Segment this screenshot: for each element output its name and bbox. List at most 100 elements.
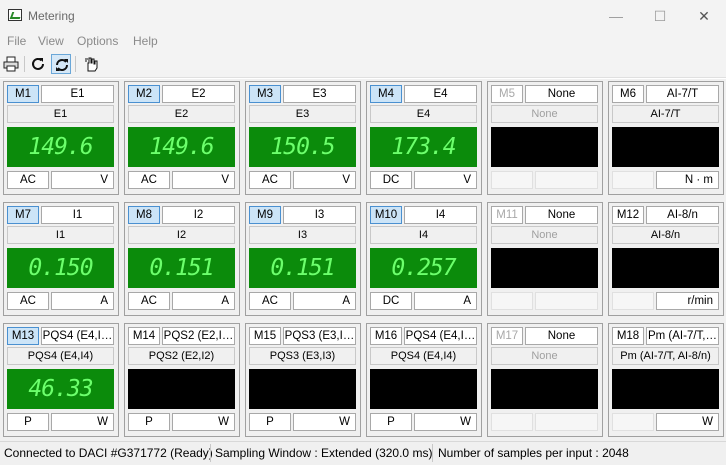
signal-select[interactable]: E3 [283,85,356,103]
signal-select[interactable]: None [525,85,598,103]
mode-select[interactable]: AC [128,292,170,310]
signal-select[interactable]: E4 [404,85,477,103]
maximize-button[interactable]: ☐ [638,0,682,32]
channel-button[interactable]: M7 [7,206,39,224]
channel-button[interactable]: M2 [128,85,160,103]
signal-select[interactable]: Pm (AI-7/T,… [646,327,719,345]
meter-value: 149.6 [149,134,214,160]
signal-name-label: I1 [7,226,114,244]
channel-button[interactable]: M16 [370,327,402,345]
signal-select[interactable]: PQS4 (E4,I… [404,327,477,345]
mode-select[interactable]: AC [7,292,49,310]
meter-cell: M6 AI-7/T AI-7/T N · m [608,81,724,195]
mode-select[interactable]: AC [128,171,170,189]
signal-select[interactable]: PQS3 (E3,I… [283,327,356,345]
channel-button[interactable]: M13 [7,327,39,345]
signal-name-label: AI-8/n [612,226,719,244]
signal-select[interactable]: I1 [41,206,114,224]
mode-select[interactable]: P [128,413,170,431]
unit-label: W [414,413,477,431]
channel-button[interactable]: M1 [7,85,39,103]
hand-pointer-icon[interactable] [81,54,101,74]
signal-select[interactable]: AI-8/n [646,206,719,224]
mode-select[interactable] [612,171,654,189]
meter-cell: M18 Pm (AI-7/T,… Pm (AI-7/T, AI-8/n) W [608,323,724,437]
meter-display: 149.6 [7,127,114,167]
meter-display [128,369,235,409]
mode-select[interactable] [491,171,533,189]
channel-button[interactable]: M15 [249,327,281,345]
signal-select[interactable]: PQS2 (E2,I… [162,327,235,345]
meter-cell: M2 E2 E2 149.6 AC V [124,81,240,195]
meter-value: 46.33 [28,376,93,402]
channel-button[interactable]: M3 [249,85,281,103]
mode-select[interactable] [491,413,533,431]
menu-options[interactable]: Options [77,34,118,48]
signal-name-label: E1 [7,105,114,123]
channel-button[interactable]: M8 [128,206,160,224]
channel-button[interactable]: M14 [128,327,160,345]
signal-select[interactable]: I3 [283,206,356,224]
unit-label: W [172,413,235,431]
minimize-button[interactable]: — [594,0,638,32]
channel-button[interactable]: M18 [612,327,644,345]
channel-button[interactable]: M6 [612,85,644,103]
unit-label: V [172,171,235,189]
channel-button[interactable]: M4 [370,85,402,103]
signal-name-label: PQS4 (E4,I4) [7,347,114,365]
meter-cell: M10 I4 I4 0.257 DC A [366,202,482,316]
printer-icon[interactable] [1,54,21,74]
meter-value [612,248,719,288]
mode-select[interactable]: P [7,413,49,431]
signal-name-label: E2 [128,105,235,123]
mode-select[interactable]: AC [249,292,291,310]
close-button[interactable]: ✕ [682,0,726,32]
refresh-icon[interactable] [28,54,48,74]
mode-select[interactable] [612,292,654,310]
mode-select[interactable] [491,292,533,310]
meter-value: 173.4 [391,134,456,160]
title-bar: Metering — ☐ ✕ [0,0,726,32]
menu-file[interactable]: File [7,34,26,48]
channel-button[interactable]: M17 [491,327,523,345]
mode-select[interactable]: P [249,413,291,431]
channel-button[interactable]: M10 [370,206,402,224]
menu-view[interactable]: View [38,34,64,48]
mode-select[interactable] [612,413,654,431]
signal-select[interactable]: None [525,206,598,224]
meter-display [491,369,598,409]
signal-name-label: Pm (AI-7/T, AI-8/n) [612,347,719,365]
channel-button[interactable]: M12 [612,206,644,224]
signal-select[interactable]: PQS4 (E4,I… [41,327,114,345]
unit-label: A [293,292,356,310]
channel-button[interactable]: M11 [491,206,523,224]
unit-label: W [51,413,114,431]
meter-cell: M12 AI-8/n AI-8/n r/min [608,202,724,316]
channel-button[interactable]: M9 [249,206,281,224]
meter-grid: M1 E1 E1 149.6 AC V M2 E2 E2 149.6 AC V M3 E3 E3 150.5 A… [0,79,726,441]
signal-name-label: E4 [370,105,477,123]
mode-select[interactable]: DC [370,292,412,310]
meter-value: 0.151 [149,255,214,281]
meter-display: 0.257 [370,248,477,288]
meter-value [128,369,235,409]
meter-display: 0.150 [7,248,114,288]
signal-select[interactable]: I4 [404,206,477,224]
signal-select[interactable]: None [525,327,598,345]
mode-select[interactable]: AC [7,171,49,189]
mode-select[interactable]: AC [249,171,291,189]
mode-select[interactable]: P [370,413,412,431]
signal-select[interactable]: E1 [41,85,114,103]
signal-name-label: PQS3 (E3,I3) [249,347,356,365]
menu-help[interactable]: Help [133,34,158,48]
mode-select[interactable]: DC [370,171,412,189]
signal-select[interactable]: I2 [162,206,235,224]
signal-select[interactable]: E2 [162,85,235,103]
status-divider [210,444,211,462]
auto-refresh-icon[interactable] [51,54,71,74]
channel-button[interactable]: M5 [491,85,523,103]
meter-cell: M5 None None [487,81,603,195]
signal-select[interactable]: AI-7/T [646,85,719,103]
meter-cell: M13 PQS4 (E4,I… PQS4 (E4,I4) 46.33 P W [3,323,119,437]
meter-value: 0.150 [28,255,93,281]
